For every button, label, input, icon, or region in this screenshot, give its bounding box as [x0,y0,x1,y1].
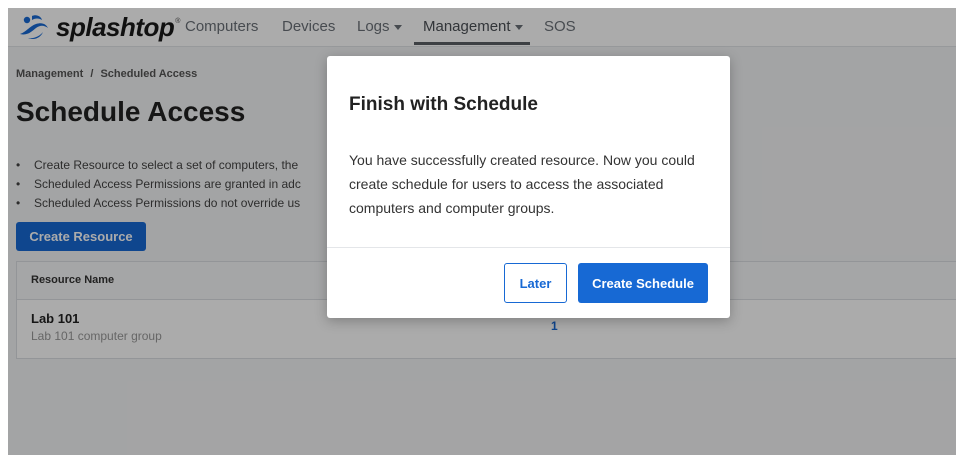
dialog-title: Finish with Schedule [349,94,538,115]
later-button[interactable]: Later [504,263,567,303]
finish-with-schedule-dialog: Finish with Schedule You have successful… [327,56,730,318]
dialog-message: You have successfully created resource. … [349,152,695,216]
create-schedule-button[interactable]: Create Schedule [578,263,708,303]
app-window: splashtop ® Computers Devices Logs Manag… [8,8,956,455]
dialog-divider [327,247,730,248]
